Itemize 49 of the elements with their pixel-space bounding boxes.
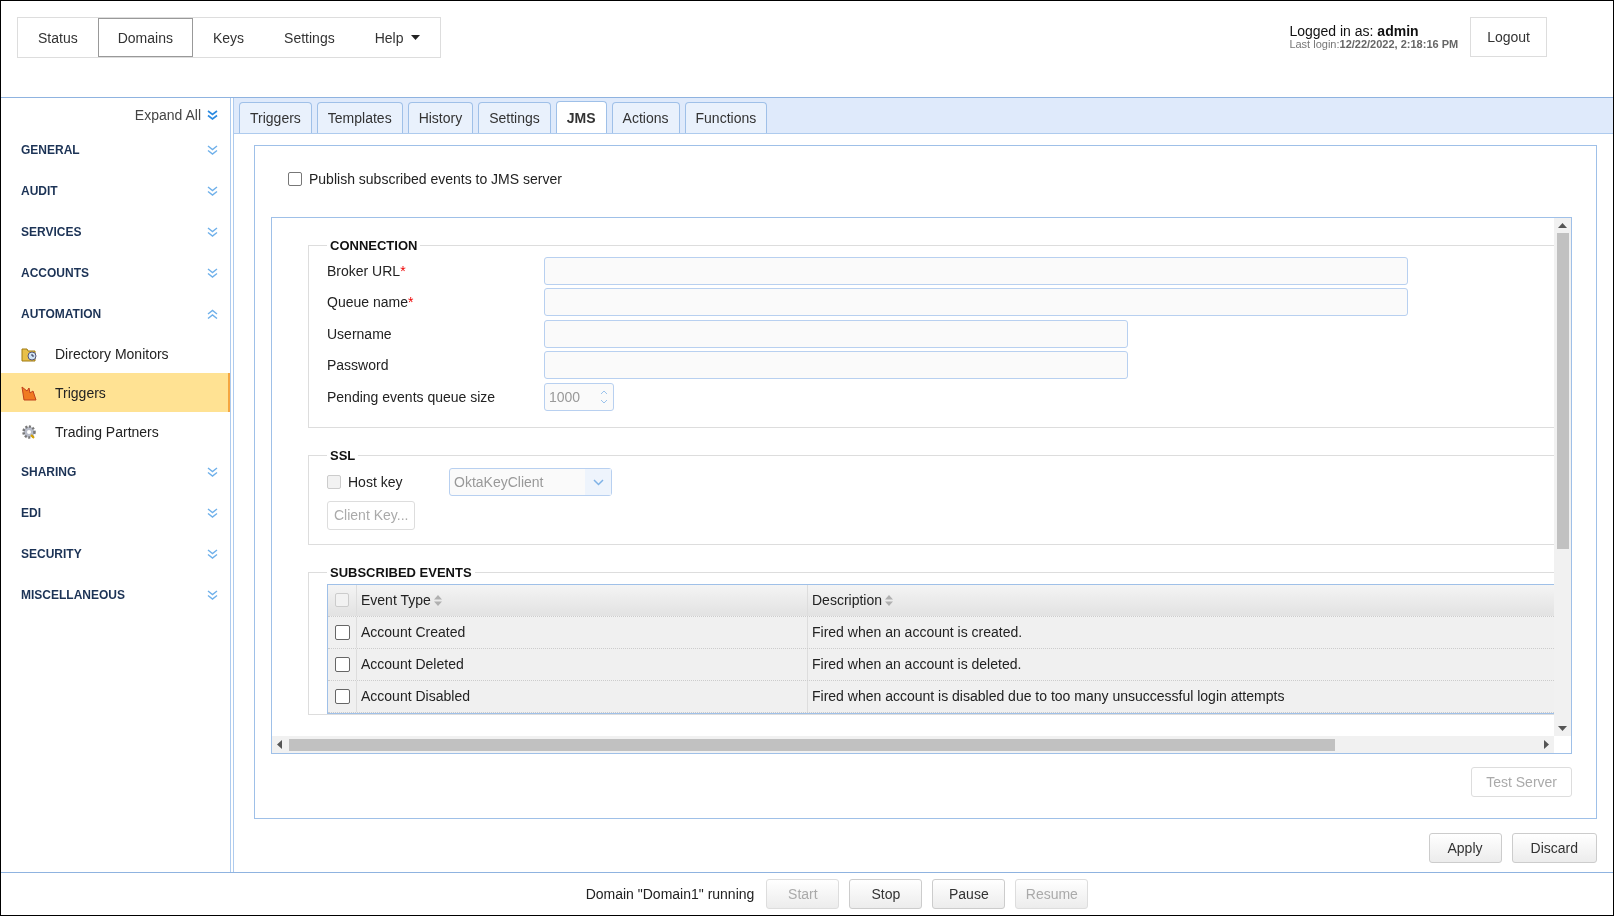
domain-control-button[interactable]: Stop: [849, 879, 923, 909]
action-button[interactable]: Apply: [1428, 833, 1502, 863]
table-cell: Account Disabled: [361, 688, 470, 704]
logout-button[interactable]: Logout: [1470, 17, 1547, 57]
sidebar-item[interactable]: Triggers: [1, 373, 230, 412]
last-login-text: Last login:12/22/2022, 2:18:16 PM: [1289, 38, 1459, 51]
field-label: Username: [327, 325, 393, 342]
table-cell: Fired when an account is deleted.: [812, 656, 1022, 672]
expand-all-link[interactable]: Expand All: [134, 107, 218, 123]
tab[interactable]: JMS: [555, 101, 607, 133]
table-cell: Account Deleted: [361, 656, 464, 672]
sidebar-section[interactable]: SECURITY: [1, 533, 230, 574]
tab[interactable]: Actions: [611, 102, 680, 133]
table-cell: Fired when account is disabled due to too many unsuccessful login attempts: [812, 688, 1285, 704]
sidebar-section[interactable]: AUDIT: [1, 170, 230, 211]
section-title: SSL: [329, 447, 357, 463]
column-header[interactable]: Description: [812, 592, 883, 608]
section-title: CONNECTION: [329, 238, 419, 253]
section-title: SUBSCRIBED EVENTS: [329, 564, 473, 580]
domain-status-text: Domain "Domain1" running: [585, 886, 755, 902]
sidebar-section[interactable]: SHARING: [1, 451, 230, 492]
table-cell: Account Created: [361, 624, 466, 640]
nav-tab[interactable]: Domains: [97, 18, 193, 57]
tab[interactable]: History: [407, 102, 474, 133]
required-asterisk: *: [407, 294, 414, 311]
sidebar-section[interactable]: SERVICES: [1, 211, 230, 252]
tab[interactable]: Templates: [316, 102, 403, 133]
field-label: Password: [327, 357, 390, 374]
sidebar-section[interactable]: ACCOUNTS: [1, 252, 230, 293]
sidebar-section[interactable]: AUTOMATION: [1, 293, 230, 334]
tab[interactable]: Functions: [684, 102, 768, 133]
tab[interactable]: Triggers: [239, 102, 312, 133]
checkbox-label: Host key: [348, 474, 403, 490]
action-button[interactable]: Discard: [1511, 833, 1597, 863]
checkbox-label: Publish subscribed events to JMS server: [309, 171, 562, 187]
column-header[interactable]: Event Type: [361, 592, 431, 608]
sidebar-item[interactable]: Directory Monitors: [1, 334, 230, 373]
logged-in-label: Logged in as: admin: [1289, 23, 1420, 39]
required-asterisk: *: [400, 262, 406, 279]
field-label: Queue name*: [327, 294, 415, 311]
table-cell: Fired when an account is created.: [812, 624, 1023, 640]
tab[interactable]: Settings: [478, 102, 551, 133]
sidebar-section[interactable]: EDI: [1, 492, 230, 533]
sidebar-item[interactable]: Trading Partners: [1, 412, 230, 451]
sidebar-section[interactable]: MISCELLANEOUS: [1, 574, 230, 615]
field-label: Broker URL*: [327, 262, 407, 279]
sidebar-section[interactable]: GENERAL: [1, 129, 230, 170]
field-label: Pending events queue size: [327, 388, 497, 405]
domain-control-button[interactable]: Pause: [932, 879, 1006, 909]
